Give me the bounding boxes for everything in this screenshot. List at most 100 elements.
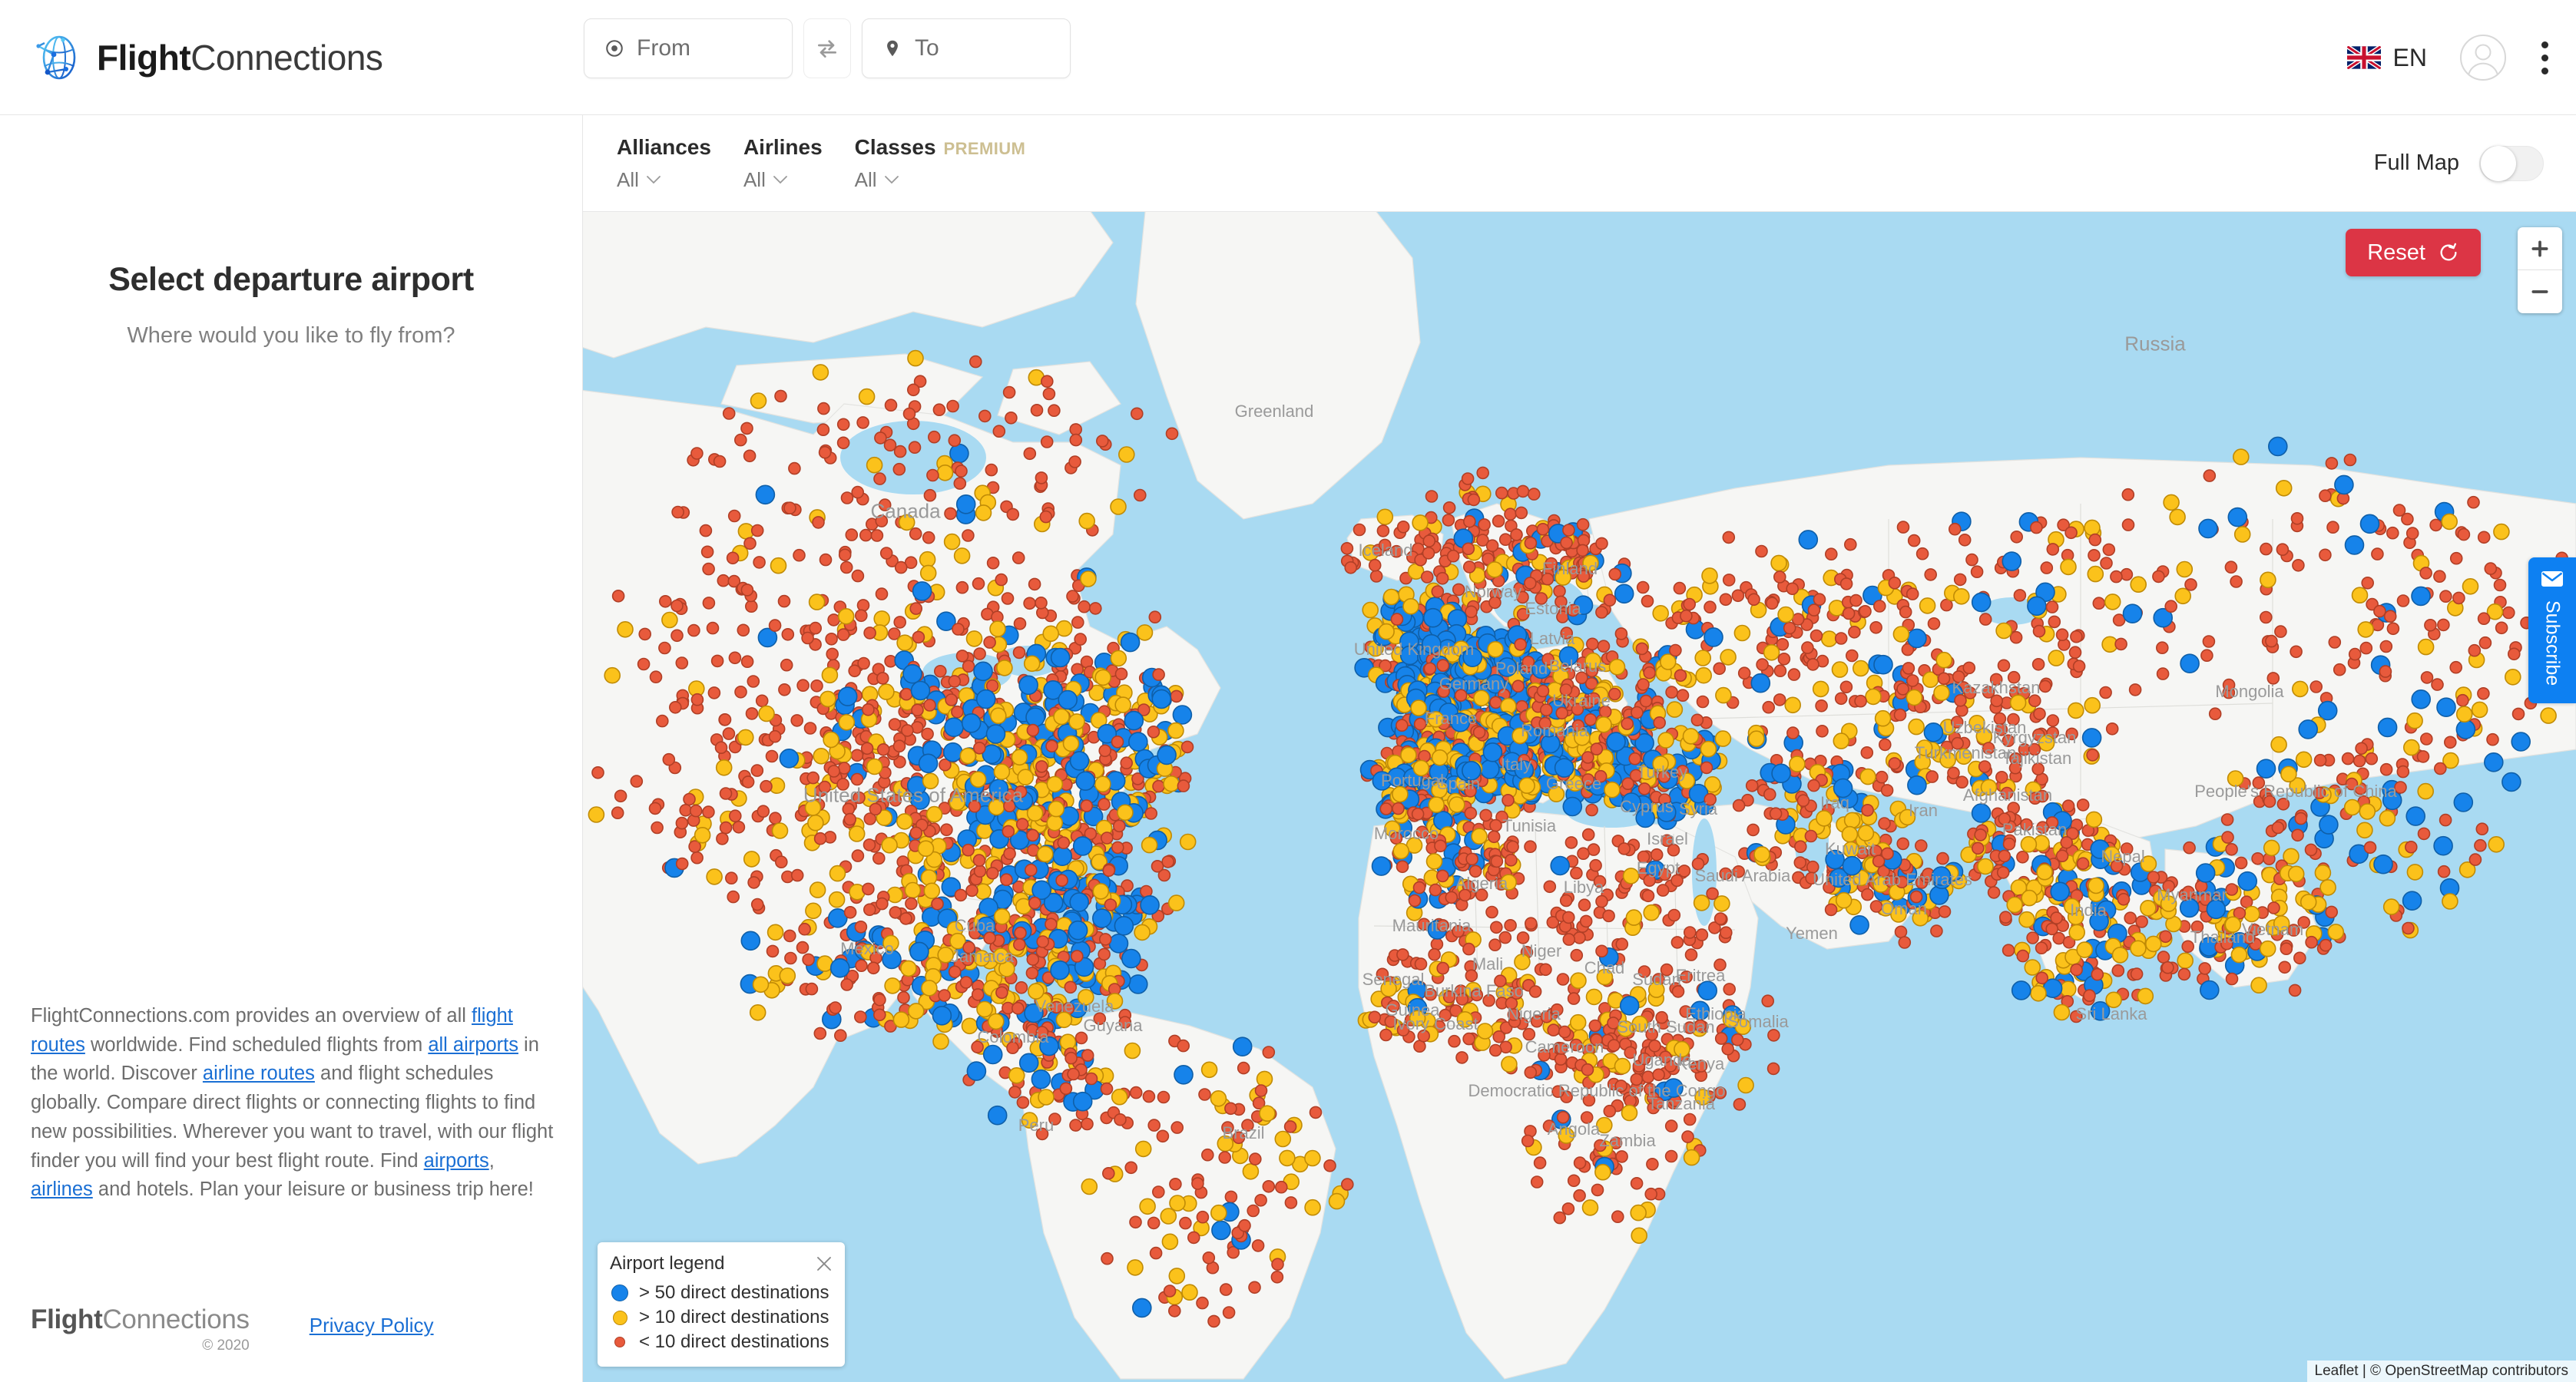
airport-dot-red[interactable]	[2135, 915, 2148, 928]
airport-dot-red[interactable]	[1504, 918, 1517, 932]
airport-dot-red[interactable]	[1035, 596, 1048, 610]
airport-dot-red[interactable]	[2477, 612, 2491, 626]
airport-dot-red[interactable]	[909, 826, 923, 840]
airport-dot-red[interactable]	[1071, 616, 1084, 629]
airport-dot-red[interactable]	[2386, 622, 2400, 636]
airport-dot-red[interactable]	[2260, 542, 2273, 556]
filter-classes-value-row[interactable]: All	[855, 168, 1026, 192]
airport-dot-yellow[interactable]	[858, 388, 876, 405]
airport-dot-yellow[interactable]	[1604, 781, 1621, 798]
airport-dot-red[interactable]	[717, 574, 730, 587]
airport-dot-red[interactable]	[1492, 1030, 1505, 1043]
airport-dot-red[interactable]	[1664, 1149, 1678, 1163]
airport-dot-red[interactable]	[1462, 942, 1475, 956]
airport-dot-yellow[interactable]	[2068, 702, 2084, 719]
airport-dot-red[interactable]	[745, 707, 759, 720]
airport-dot-red[interactable]	[848, 664, 862, 678]
airport-dot-red[interactable]	[2157, 951, 2170, 964]
airport-dot-red[interactable]	[702, 562, 715, 576]
airport-dot-yellow[interactable]	[1259, 1105, 1276, 1122]
airport-dot-yellow[interactable]	[1812, 680, 1829, 698]
airport-dot-blue[interactable]	[902, 663, 922, 684]
airport-dot-red[interactable]	[1562, 911, 1575, 924]
airport-dot-red[interactable]	[2439, 590, 2452, 603]
airport-dot-red[interactable]	[1035, 760, 1048, 773]
airport-dot-red[interactable]	[1165, 427, 1179, 441]
airport-dot-red[interactable]	[1949, 522, 1962, 536]
airport-dot-red[interactable]	[1425, 490, 1439, 503]
airport-dot-red[interactable]	[1026, 723, 1040, 737]
airport-dot-red[interactable]	[1067, 1067, 1080, 1081]
airport-dot-red[interactable]	[1069, 423, 1083, 436]
airport-dot-red[interactable]	[649, 670, 663, 684]
airport-dot-blue[interactable]	[942, 742, 963, 762]
airport-dot-yellow[interactable]	[2140, 899, 2157, 917]
airport-dot-blue[interactable]	[2453, 792, 2474, 812]
airport-dot-red[interactable]	[718, 712, 732, 726]
airport-dot-blue[interactable]	[1750, 673, 1771, 693]
airport-dot-red[interactable]	[879, 547, 893, 560]
airport-dot-red[interactable]	[2147, 871, 2160, 884]
airport-dot-red[interactable]	[946, 399, 959, 413]
airport-dot-red[interactable]	[1396, 948, 1409, 961]
airport-dot-red[interactable]	[793, 548, 806, 562]
airport-dot-yellow[interactable]	[1682, 728, 1700, 745]
airport-dot-blue[interactable]	[2377, 717, 2398, 738]
close-icon[interactable]	[816, 1255, 833, 1272]
airport-dot-red[interactable]	[2353, 754, 2366, 768]
airport-dot-red[interactable]	[1733, 1098, 1747, 1111]
airport-dot-red[interactable]	[745, 600, 758, 613]
airport-dot-red[interactable]	[1591, 1183, 1604, 1197]
airport-dot-red[interactable]	[1869, 620, 1882, 634]
airport-dot-blue[interactable]	[1157, 745, 1177, 765]
airport-dot-blue[interactable]	[2198, 518, 2218, 539]
airport-dot-yellow[interactable]	[1279, 1149, 1296, 1167]
airport-dot-yellow[interactable]	[2406, 864, 2424, 881]
airport-dot-red[interactable]	[1714, 1032, 1728, 1045]
airport-dot-red[interactable]	[669, 700, 682, 714]
airport-dot-yellow[interactable]	[1933, 684, 1950, 702]
airport-dot-red[interactable]	[1429, 883, 1442, 897]
airport-dot-yellow[interactable]	[813, 747, 830, 765]
airport-dot-red[interactable]	[1769, 807, 1783, 821]
airport-dot-red[interactable]	[2083, 989, 2096, 1003]
airport-dot-red[interactable]	[2288, 984, 2302, 997]
airport-dot-red[interactable]	[1002, 825, 1015, 838]
airport-dot-red[interactable]	[2280, 942, 2293, 956]
airport-dot-red[interactable]	[862, 882, 875, 896]
airport-dot-red[interactable]	[1222, 1306, 1236, 1319]
airport-dot-red[interactable]	[727, 509, 741, 523]
airport-dot-yellow[interactable]	[1382, 588, 1400, 606]
airport-dot-red[interactable]	[1617, 842, 1631, 855]
airport-dot-red[interactable]	[1907, 534, 1921, 547]
from-field[interactable]: From	[584, 18, 793, 78]
airport-dot-red[interactable]	[1100, 1082, 1114, 1096]
airport-dot-blue[interactable]	[2195, 863, 2216, 883]
airport-dot-yellow[interactable]	[976, 1000, 993, 1018]
airport-dot-red[interactable]	[1844, 537, 1857, 551]
airport-dot-red[interactable]	[675, 857, 689, 871]
airport-dot-blue[interactable]	[1075, 771, 1096, 792]
airport-dot-yellow[interactable]	[2295, 751, 2313, 769]
airport-dot-blue[interactable]	[2200, 980, 2220, 1000]
airport-dot-blue[interactable]	[1120, 632, 1141, 653]
airport-dot-red[interactable]	[983, 636, 996, 649]
airport-dot-red[interactable]	[1098, 798, 1111, 811]
airport-dot-red[interactable]	[1502, 793, 1515, 807]
airport-dot-red[interactable]	[927, 430, 941, 444]
airport-dot-red[interactable]	[1611, 1210, 1624, 1223]
airport-dot-red[interactable]	[1899, 605, 1912, 619]
airport-dot-red[interactable]	[716, 832, 729, 845]
airport-dot-yellow[interactable]	[2250, 977, 2267, 994]
airport-dot-red[interactable]	[1937, 672, 1951, 686]
airport-dot-red[interactable]	[710, 654, 724, 668]
airport-dot-yellow[interactable]	[925, 805, 943, 823]
airport-dot-red[interactable]	[2016, 850, 2029, 864]
airport-dot-red[interactable]	[707, 686, 721, 699]
airport-dot-red[interactable]	[1524, 840, 1537, 854]
airport-dot-blue[interactable]	[1371, 856, 1392, 876]
airport-dot-red[interactable]	[1763, 788, 1776, 802]
airport-dot-yellow[interactable]	[2030, 984, 2047, 1002]
airport-dot-red[interactable]	[1254, 1194, 1267, 1207]
airport-dot-red[interactable]	[2502, 606, 2515, 620]
